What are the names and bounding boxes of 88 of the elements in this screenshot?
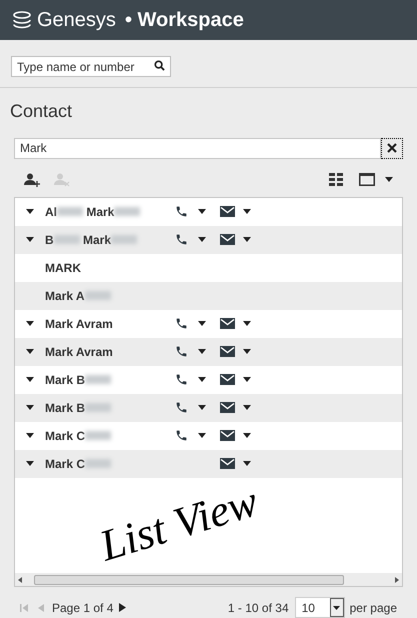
- next-page-icon[interactable]: [119, 603, 126, 612]
- expand-caret-icon[interactable]: [26, 209, 34, 214]
- redacted-text: [85, 431, 112, 440]
- per-page-select[interactable]: 10: [294, 597, 345, 618]
- expand-caret-icon[interactable]: [26, 461, 34, 466]
- app-title: • Workspace: [124, 8, 244, 33]
- caret-icon[interactable]: [198, 405, 206, 410]
- redacted-text: [114, 207, 140, 216]
- window-icon[interactable]: [359, 173, 375, 186]
- caret-icon[interactable]: [243, 321, 251, 326]
- dropdown-caret-icon[interactable]: [333, 606, 340, 610]
- expand-caret-icon[interactable]: [26, 321, 34, 326]
- contact-name: B: [45, 232, 54, 249]
- contact-row[interactable]: B Mark: [15, 226, 402, 254]
- envelope-icon[interactable]: [220, 206, 235, 218]
- caret-icon[interactable]: [198, 433, 206, 438]
- envelope-icon[interactable]: [220, 402, 235, 414]
- clear-button[interactable]: [381, 138, 403, 159]
- caret-icon[interactable]: [243, 405, 251, 410]
- contact-row[interactable]: Mark Avram: [15, 338, 402, 366]
- redacted-text: [85, 403, 112, 412]
- phone-icon[interactable]: [175, 373, 188, 386]
- phone-icon[interactable]: [175, 233, 188, 246]
- contact-row[interactable]: Mark C: [15, 450, 402, 478]
- contact-search-field[interactable]: Mark: [14, 138, 381, 159]
- contact-name: Mark B: [45, 372, 86, 389]
- envelope-icon[interactable]: [220, 318, 235, 330]
- expand-caret-icon[interactable]: [26, 405, 34, 410]
- contact-name: Mark C: [45, 428, 86, 445]
- phone-icon[interactable]: [175, 429, 188, 442]
- grid-view-icon[interactable]: [329, 173, 343, 186]
- expand-caret-icon[interactable]: [26, 377, 34, 382]
- redacted-text: [57, 207, 83, 216]
- envelope-icon[interactable]: [220, 430, 235, 442]
- search-field[interactable]: Type name or number: [11, 56, 171, 78]
- contact-name: Mark Avram: [45, 344, 113, 361]
- add-contact-icon[interactable]: [24, 172, 40, 187]
- redacted-text: [85, 459, 112, 468]
- redacted-text: [85, 375, 112, 384]
- caret-icon[interactable]: [198, 321, 206, 326]
- redacted-text: [54, 235, 80, 244]
- caret-icon[interactable]: [243, 349, 251, 354]
- caret-icon[interactable]: [243, 377, 251, 382]
- contact-name: Mark C: [45, 456, 86, 473]
- phone-icon[interactable]: [175, 317, 188, 330]
- search-icon[interactable]: [154, 60, 165, 71]
- database-logo-icon: [12, 10, 32, 30]
- caret-icon[interactable]: [243, 433, 251, 438]
- contact-name: Al: [45, 204, 57, 221]
- contact-name: Mark: [85, 204, 114, 221]
- contact-name: Mark: [82, 232, 112, 249]
- phone-icon[interactable]: [175, 205, 188, 218]
- page-indicator: Page 1 of 4: [52, 600, 114, 617]
- phone-icon[interactable]: [175, 401, 188, 414]
- brand-name: Genesys: [37, 8, 116, 33]
- contact-row[interactable]: Mark B: [15, 394, 402, 422]
- close-icon: [387, 143, 397, 154]
- envelope-icon[interactable]: [220, 374, 235, 386]
- caret-icon[interactable]: [198, 209, 206, 214]
- caret-icon[interactable]: [198, 377, 206, 382]
- redacted-text: [84, 291, 111, 300]
- section-title: Contact: [9, 100, 74, 123]
- expand-caret-icon[interactable]: [26, 237, 34, 242]
- contact-name: Mark Avram: [45, 316, 113, 333]
- contact-name: Mark A: [45, 288, 85, 305]
- result-range: 1 - 10 of 34: [228, 600, 289, 617]
- expand-caret-icon[interactable]: [26, 433, 34, 438]
- handwritten-annotation: List View: [95, 479, 263, 569]
- caret-icon[interactable]: [198, 237, 206, 242]
- caret-icon[interactable]: [385, 177, 393, 182]
- caret-icon[interactable]: [198, 349, 206, 354]
- redacted-text: [111, 235, 138, 244]
- scroll-thumb[interactable]: [34, 574, 344, 585]
- contact-name: MARK: [45, 260, 81, 277]
- scroll-left-icon[interactable]: [18, 576, 22, 583]
- caret-icon[interactable]: [243, 237, 251, 242]
- caret-icon[interactable]: [243, 209, 251, 214]
- envelope-icon[interactable]: [220, 346, 235, 358]
- expand-caret-icon[interactable]: [26, 349, 34, 354]
- caret-icon[interactable]: [243, 461, 251, 466]
- phone-icon[interactable]: [175, 345, 188, 358]
- contact-name: Mark B: [45, 400, 86, 417]
- per-page-label: per page: [350, 600, 397, 617]
- envelope-icon[interactable]: [220, 458, 235, 470]
- envelope-icon[interactable]: [220, 234, 235, 246]
- horizontal-scrollbar[interactable]: [15, 573, 402, 586]
- scroll-right-icon[interactable]: [395, 576, 399, 583]
- contact-row[interactable]: Mark A: [15, 282, 402, 310]
